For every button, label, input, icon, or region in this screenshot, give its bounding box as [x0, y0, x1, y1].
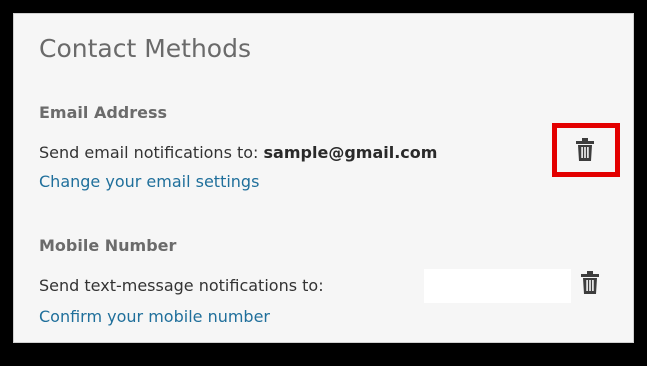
email-address-value: sample@gmail.com [263, 143, 438, 162]
email-address-heading: Email Address [39, 103, 168, 122]
mobile-number-heading: Mobile Number [39, 236, 177, 255]
page-title: Contact Methods [39, 34, 251, 63]
trash-icon[interactable] [580, 271, 600, 295]
mobile-number-value [424, 269, 571, 303]
mobile-notification-label: Send text-message notifications to: [39, 276, 324, 295]
change-email-settings-link[interactable]: Change your email settings [39, 174, 259, 190]
trash-icon[interactable] [575, 138, 595, 162]
confirm-mobile-number-link[interactable]: Confirm your mobile number [39, 309, 270, 325]
email-notification-label: Send email notifications to: [39, 143, 264, 162]
email-notification-line: Send email notifications to: sample@gmai… [39, 141, 571, 165]
